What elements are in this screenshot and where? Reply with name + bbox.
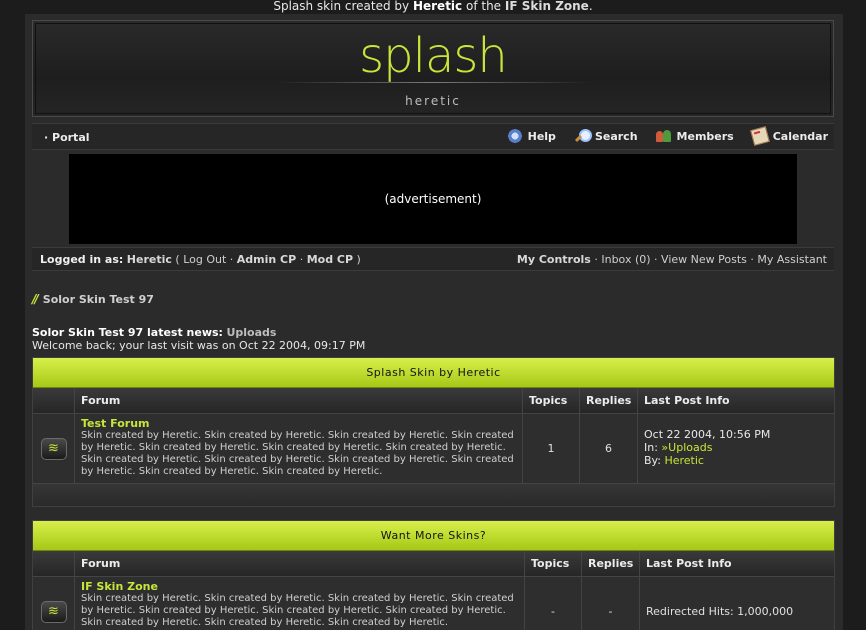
col-replies: Replies: [580, 388, 638, 413]
breadcrumb-slash-icon: //: [32, 292, 39, 306]
nav-search-link[interactable]: Search: [574, 128, 638, 144]
topics-count: -: [525, 577, 582, 630]
replies-count: -: [582, 577, 640, 630]
calendar-icon: [749, 126, 770, 146]
news-block: Solor Skin Test 97 latest news: Uploads …: [32, 326, 365, 352]
header-banner: splash heretic: [32, 20, 834, 117]
category-title[interactable]: Want More Skins?: [33, 521, 834, 551]
last-post-date: Oct 22 2004, 10:56 PM: [644, 428, 771, 441]
credit-author: Heretic: [412, 0, 463, 13]
user-bar: Logged in as: Heretic ( Log Out · Admin …: [32, 247, 834, 271]
forum-link[interactable]: Test Forum: [81, 418, 516, 430]
replies-count: 6: [580, 414, 638, 483]
nav-calendar-link[interactable]: Calendar: [749, 126, 828, 146]
advertisement-banner[interactable]: (advertisement): [69, 154, 797, 244]
col-last-post: Last Post Info: [644, 394, 730, 407]
col-forum: Forum: [75, 551, 525, 576]
portal-link[interactable]: · Portal: [44, 131, 90, 144]
site-logo[interactable]: splash: [36, 29, 830, 83]
last-post-info: Oct 22 2004, 10:56 PM In: »Uploads By: H…: [638, 414, 834, 483]
breadcrumb-link[interactable]: Solor Skin Test 97: [43, 293, 154, 306]
col-topics: Topics: [523, 388, 580, 413]
credit-zone: IF Skin Zone: [504, 0, 589, 13]
members-icon: [655, 128, 672, 144]
forum-status-icon: [40, 437, 67, 460]
nav-members-link[interactable]: Members: [655, 128, 734, 144]
my-controls-link[interactable]: My Controls: [517, 253, 591, 266]
search-icon: [574, 128, 592, 144]
mod-cp-link[interactable]: Mod CP: [307, 253, 353, 266]
category-title[interactable]: Splash Skin by Heretic: [33, 358, 834, 388]
forum-link[interactable]: IF Skin Zone: [81, 581, 518, 593]
category-want-more-skins: Want More Skins? Forum Topics Replies La…: [32, 520, 835, 630]
news-label: Solor Skin Test 97 latest news:: [32, 326, 223, 339]
forum-description: Skin created by Heretic. Skin created by…: [81, 430, 514, 477]
col-last-post: Last Post Info: [646, 557, 732, 570]
category-splash-skin: Splash Skin by Heretic Forum Topics Repl…: [32, 357, 835, 507]
skin-credit: Splash skin created by Heretic of the IF…: [273, 0, 593, 13]
welcome-text: Welcome back; your last visit was on Oct…: [32, 339, 366, 352]
last-post-author-link[interactable]: Heretic: [664, 454, 704, 467]
forum-redirect-icon: [40, 600, 67, 623]
banner-subtitle: heretic: [405, 94, 461, 108]
logout-link[interactable]: Log Out: [183, 253, 226, 266]
category-footer: [33, 484, 834, 506]
news-link[interactable]: Uploads: [226, 326, 276, 339]
breadcrumb: // Solor Skin Test 97: [32, 292, 154, 306]
logo-divider: [276, 82, 590, 83]
col-topics: Topics: [525, 551, 582, 576]
help-icon: [506, 128, 523, 144]
table-row: Test Forum Skin created by Heretic. Skin…: [33, 414, 834, 484]
table-row: IF Skin Zone Skin created by Heretic. Sk…: [33, 577, 834, 630]
last-post-topic-link[interactable]: Uploads: [668, 441, 712, 454]
admin-cp-link[interactable]: Admin CP: [237, 253, 296, 266]
table-header: Forum Topics Replies Last Post Info: [33, 551, 834, 577]
my-assistant-link[interactable]: My Assistant: [757, 253, 827, 266]
username-link[interactable]: Heretic: [127, 253, 172, 266]
col-forum: Forum: [75, 388, 523, 413]
col-replies: Replies: [582, 551, 640, 576]
forum-description: Skin created by Heretic. Skin created by…: [81, 593, 514, 628]
view-new-posts-link[interactable]: View New Posts: [661, 253, 747, 266]
nav-help-link[interactable]: Help: [506, 128, 556, 144]
table-header: Forum Topics Replies Last Post Info: [33, 388, 834, 414]
top-navbar: · Portal Help Search Members Calendar: [32, 123, 834, 150]
topics-count: 1: [523, 414, 580, 483]
redirect-hits: Redirected Hits: 1,000,000: [646, 605, 794, 618]
inbox-link[interactable]: Inbox (0): [601, 253, 650, 266]
logged-in-label: Logged in as:: [40, 253, 124, 266]
